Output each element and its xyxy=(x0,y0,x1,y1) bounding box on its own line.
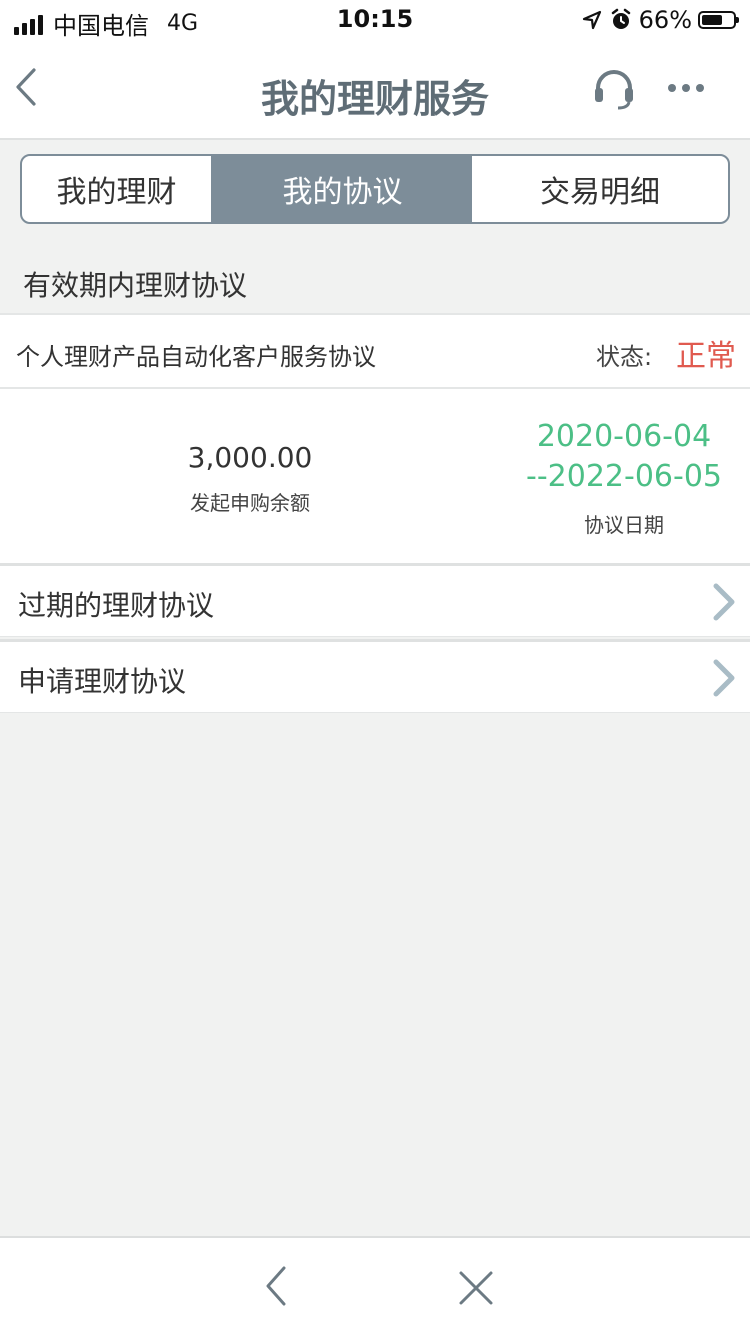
nav-bar: 我的理财服务 xyxy=(0,40,750,140)
location-icon xyxy=(582,10,601,30)
headset-icon[interactable] xyxy=(590,66,638,114)
list-item-label: 过期的理财协议 xyxy=(18,589,215,622)
status-right: 66% xyxy=(581,6,739,34)
agreement-details[interactable]: 3,000.00 发起申购余额 2020-06-04 --2022-06-05 … xyxy=(0,389,750,563)
chevron-right-icon xyxy=(713,583,735,621)
amount-value: 3,000.00 xyxy=(187,441,313,474)
date-label: 协议日期 xyxy=(584,513,664,537)
tab-my-finance[interactable]: 我的理财 xyxy=(22,156,213,222)
list-item-label: 申请理财协议 xyxy=(18,665,187,698)
date-start: 2020-06-04 xyxy=(536,419,712,454)
section-title: 有效期内理财协议 xyxy=(23,269,248,302)
tab-my-agreements[interactable]: 我的协议 xyxy=(213,156,472,222)
status-label: 状态: xyxy=(596,343,653,371)
bottom-toolbar xyxy=(0,1236,750,1334)
agreement-header[interactable]: 个人理财产品自动化客户服务协议 状态: 正常 xyxy=(0,313,750,389)
list-item-apply-agreement[interactable]: 申请理财协议 xyxy=(0,639,750,713)
chevron-left-icon[interactable] xyxy=(258,1264,294,1308)
chevron-right-icon xyxy=(713,659,735,697)
battery-level xyxy=(702,15,722,25)
amount-label: 发起申购余额 xyxy=(190,491,310,515)
battery-percent: 66% xyxy=(638,6,692,34)
close-icon[interactable] xyxy=(456,1268,496,1308)
date-end: --2022-06-05 xyxy=(526,459,722,494)
status-bar: 中国电信 4G 10:15 66% xyxy=(0,0,750,40)
status-badge: 正常 xyxy=(676,339,736,374)
agreement-name: 个人理财产品自动化客户服务协议 xyxy=(16,343,376,371)
more-dots-icon[interactable] xyxy=(664,70,708,106)
segmented-tabs: 我的理财 我的协议 交易明细 xyxy=(20,154,730,224)
list-item-expired-agreements[interactable]: 过期的理财协议 xyxy=(0,563,750,637)
page: 中国电信 4G 10:15 66% 我的理财服务 我的理财 我的协议 交易明细 … xyxy=(0,0,750,1334)
tab-transactions[interactable]: 交易明细 xyxy=(472,156,728,222)
alarm-icon xyxy=(611,8,630,29)
battery-icon xyxy=(698,11,739,29)
